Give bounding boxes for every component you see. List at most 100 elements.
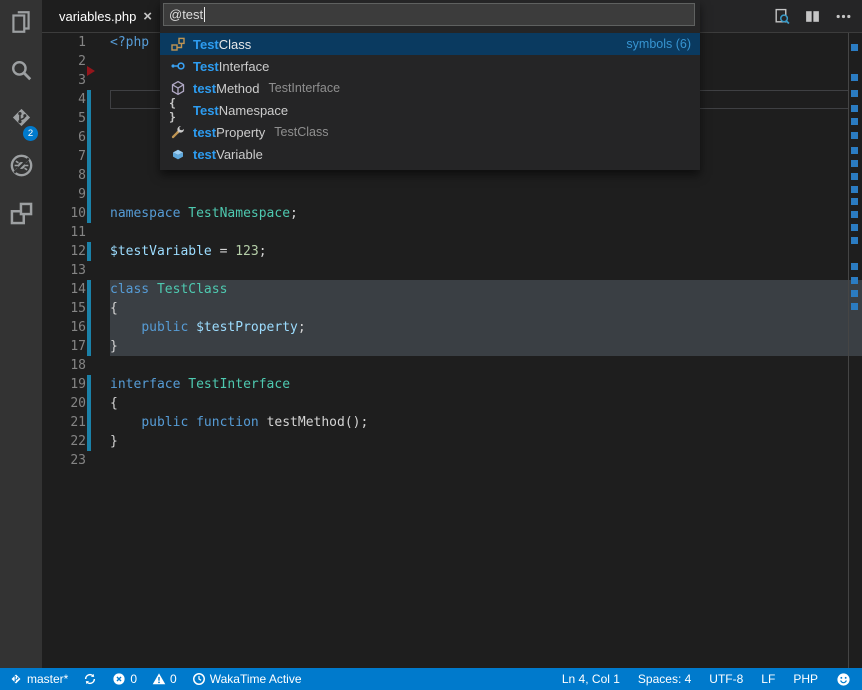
close-icon[interactable]: × bbox=[143, 9, 152, 24]
quickpick-item-description: TestClass bbox=[274, 125, 328, 139]
gutter-modified-indicator bbox=[87, 280, 91, 356]
statusbar-cursor-position[interactable]: Ln 4, Col 1 bbox=[562, 672, 620, 686]
line-number: 6 bbox=[42, 128, 86, 147]
overview-ruler-modified-mark bbox=[851, 173, 858, 180]
statusbar-git-branch[interactable]: master* bbox=[9, 672, 68, 686]
line-number: 4 bbox=[42, 90, 86, 109]
overview-ruler-modified-mark bbox=[851, 44, 858, 51]
statusbar-eol-label: LF bbox=[761, 672, 775, 686]
code-line[interactable]: 22} bbox=[42, 432, 862, 451]
quickpick-item-label: TestInterface bbox=[193, 59, 269, 74]
quickpick-item-testProperty[interactable]: testProperty TestClass bbox=[160, 121, 700, 143]
statusbar-cursor-position-label: Ln 4, Col 1 bbox=[562, 672, 620, 686]
quickpick-item-TestInterface[interactable]: TestInterface bbox=[160, 55, 700, 77]
quickpick-item-testVariable[interactable]: testVariable bbox=[160, 143, 700, 165]
activitybar-item-debug[interactable] bbox=[0, 144, 42, 192]
activitybar-item-source-control[interactable]: 2 bbox=[0, 96, 42, 144]
quick-open-widget: @test TestClasssymbols (6)TestInterfacet… bbox=[160, 0, 700, 170]
code-text: class TestClass bbox=[110, 280, 227, 299]
quick-open-input[interactable]: @test bbox=[163, 3, 695, 26]
code-token: ; bbox=[290, 206, 298, 221]
code-token: TestNamespace bbox=[188, 206, 290, 221]
quickpick-item-label: testMethod bbox=[193, 81, 260, 96]
statusbar-encoding-label: UTF-8 bbox=[709, 672, 743, 686]
overview-ruler-modified-mark bbox=[851, 290, 858, 297]
statusbar-wakatime[interactable]: WakaTime Active bbox=[192, 672, 302, 686]
statusbar-sync[interactable] bbox=[83, 672, 97, 686]
statusbar-feedback[interactable] bbox=[836, 672, 851, 687]
activity-bar: 2 bbox=[0, 0, 42, 668]
code-line[interactable]: 18 bbox=[42, 356, 862, 375]
symbol-namespace-icon: { } bbox=[169, 102, 186, 118]
code-line[interactable]: 21 public function testMethod(); bbox=[42, 413, 862, 432]
open-preview-icon[interactable] bbox=[772, 7, 790, 25]
code-line[interactable]: 11 bbox=[42, 223, 862, 242]
code-line[interactable]: 13 bbox=[42, 261, 862, 280]
statusbar-errors[interactable]: 0 bbox=[112, 672, 137, 686]
match-highlight: test bbox=[193, 147, 216, 162]
tab-variables-php[interactable]: variables.php × bbox=[42, 0, 160, 32]
code-line[interactable]: 23 bbox=[42, 451, 862, 470]
code-line[interactable]: 14 class TestClass bbox=[42, 280, 862, 299]
gutter-modified-indicator bbox=[87, 242, 91, 261]
code-line[interactable]: 16 public $testProperty; bbox=[42, 318, 862, 337]
statusbar-language-mode-label: PHP bbox=[793, 672, 818, 686]
quickpick-item-TestClass[interactable]: TestClasssymbols (6) bbox=[160, 33, 700, 55]
activitybar-item-extensions[interactable] bbox=[0, 192, 42, 240]
code-line[interactable]: 17} bbox=[42, 337, 862, 356]
line-number: 22 bbox=[42, 432, 86, 451]
explorer-icon bbox=[8, 9, 34, 40]
gutter-modified-indicator bbox=[87, 90, 91, 223]
symbol-class-icon bbox=[169, 36, 186, 52]
code-token: namespace bbox=[110, 206, 180, 221]
overview-ruler-modified-mark bbox=[851, 160, 858, 167]
error-icon bbox=[112, 672, 126, 686]
line-number: 14 bbox=[42, 280, 86, 299]
statusbar-indentation[interactable]: Spaces: 4 bbox=[638, 672, 691, 686]
extensions-icon bbox=[8, 200, 35, 232]
text-caret bbox=[204, 7, 205, 22]
overview-ruler-modified-mark bbox=[851, 118, 858, 125]
symbol-property-icon bbox=[169, 124, 186, 140]
statusbar-encoding[interactable]: UTF-8 bbox=[709, 672, 743, 686]
code-token: { bbox=[110, 301, 118, 316]
split-editor-icon[interactable] bbox=[803, 7, 821, 25]
quickpick-item-TestNamespace[interactable]: { } TestNamespace bbox=[160, 99, 700, 121]
code-line[interactable]: 15{ bbox=[42, 299, 862, 318]
activitybar-item-explorer[interactable] bbox=[0, 0, 42, 48]
symbol-variable-icon bbox=[169, 146, 186, 162]
status-bar: master* 0 0 WakaTime Active Ln 4, Col 1 Spac… bbox=[0, 668, 862, 690]
line-number: 17 bbox=[42, 337, 86, 356]
line-number: 8 bbox=[42, 166, 86, 185]
quick-open-results-list: TestClasssymbols (6)TestInterfacetestMet… bbox=[160, 33, 700, 165]
statusbar-git-branch-label: master* bbox=[27, 672, 68, 686]
line-number: 18 bbox=[42, 356, 86, 375]
match-highlight: Test bbox=[193, 59, 219, 74]
more-actions-icon[interactable] bbox=[834, 7, 852, 25]
statusbar-warnings[interactable]: 0 bbox=[152, 672, 177, 686]
code-line[interactable]: 12$testVariable = 123; bbox=[42, 242, 862, 261]
quickpick-item-label: testProperty bbox=[193, 125, 265, 140]
quickpick-item-testMethod[interactable]: testMethodTestInterface bbox=[160, 77, 700, 99]
search-icon bbox=[8, 57, 34, 88]
match-highlight: test bbox=[193, 125, 216, 140]
quick-open-query: @test bbox=[169, 7, 203, 22]
line-number: 2 bbox=[42, 52, 86, 71]
line-number: 3 bbox=[42, 71, 86, 90]
quickpick-group-label: symbols (6) bbox=[626, 37, 691, 51]
tab-title: variables.php bbox=[59, 9, 143, 24]
statusbar-language-mode[interactable]: PHP bbox=[793, 672, 818, 686]
code-token: testMethod(); bbox=[267, 415, 369, 430]
line-number: 10 bbox=[42, 204, 86, 223]
code-line[interactable]: 10 namespace TestNamespace; bbox=[42, 204, 862, 223]
overview-ruler-modified-mark bbox=[851, 186, 858, 193]
code-line[interactable]: 20{ bbox=[42, 394, 862, 413]
activitybar-item-search[interactable] bbox=[0, 48, 42, 96]
code-line[interactable]: 19interface TestInterface bbox=[42, 375, 862, 394]
code-line[interactable]: 9 bbox=[42, 185, 862, 204]
overview-ruler-modified-mark bbox=[851, 147, 858, 154]
code-token: } bbox=[110, 434, 118, 449]
statusbar-eol[interactable]: LF bbox=[761, 672, 775, 686]
overview-ruler-modified-mark bbox=[851, 198, 858, 205]
quickpick-item-label: TestNamespace bbox=[193, 103, 288, 118]
